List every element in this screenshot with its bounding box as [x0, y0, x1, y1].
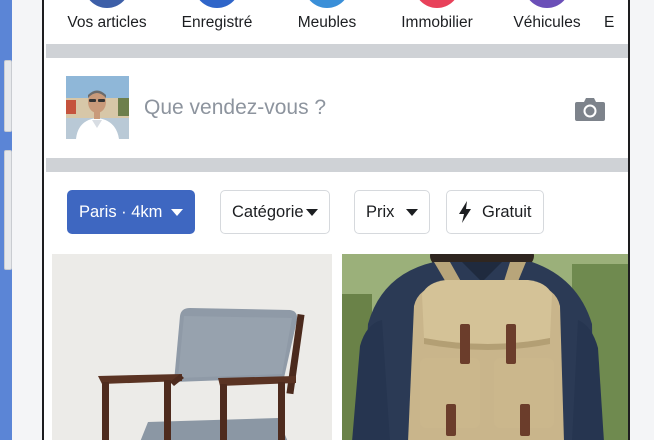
- category-icon-circle: [304, 0, 350, 8]
- phone-volume-button: [4, 60, 12, 132]
- chevron-down-icon: [406, 208, 419, 216]
- category-more[interactable]: E: [592, 0, 628, 44]
- product-card-backpack[interactable]: [342, 254, 628, 440]
- category-label: Meubles: [297, 14, 357, 31]
- chip-label: Prix: [366, 202, 395, 221]
- chevron-down-icon: [171, 208, 184, 216]
- chip-label: Catégorie: [232, 202, 304, 221]
- backpack-photo: [342, 254, 628, 440]
- category-icon-circle: [194, 0, 240, 8]
- category-label: Enregistré: [181, 14, 253, 31]
- product-grid: [46, 252, 628, 440]
- category-real-estate[interactable]: Immobilier: [382, 0, 492, 44]
- category-label: Véhicules: [513, 14, 581, 31]
- chevron-down-icon: [305, 208, 318, 216]
- user-avatar[interactable]: [66, 76, 129, 139]
- category-furniture[interactable]: Meubles: [272, 0, 382, 44]
- phone-bezel-left: [12, 0, 44, 440]
- product-card-armchair[interactable]: [52, 254, 332, 440]
- category-your-items[interactable]: Vos articles: [52, 0, 162, 44]
- free-filter-chip[interactable]: Gratuit: [446, 190, 544, 234]
- category-strip: Vos articles Enregistré Meubles Immobili…: [46, 0, 628, 44]
- category-label: Immobilier: [401, 14, 473, 31]
- category-label: Vos articles: [67, 14, 147, 31]
- background-right: [654, 0, 660, 440]
- location-filter-chip[interactable]: Paris · 4km: [67, 190, 196, 234]
- filter-bar: Paris · 4km Catégorie Prix Gratuit: [46, 172, 628, 252]
- avatar-image: [66, 76, 129, 139]
- section-divider: [46, 44, 628, 58]
- phone-side-button: [4, 150, 12, 270]
- category-filter-chip[interactable]: Catégorie: [220, 190, 330, 234]
- chip-label: Paris · 4km: [79, 202, 163, 221]
- section-divider: [46, 158, 628, 172]
- category-icon-circle: [84, 0, 130, 8]
- category-vehicles[interactable]: Véhicules: [492, 0, 602, 44]
- category-saved[interactable]: Enregistré: [162, 0, 272, 44]
- category-icon-circle: [524, 0, 570, 8]
- sell-composer[interactable]: Que vendez-vous ?: [46, 58, 628, 158]
- category-label: E: [604, 14, 615, 31]
- sell-prompt[interactable]: Que vendez-vous ?: [144, 96, 326, 120]
- bolt-icon: [459, 201, 471, 223]
- camera-icon[interactable]: [574, 96, 606, 122]
- price-filter-chip[interactable]: Prix: [354, 190, 431, 234]
- marketplace-screen: Vos articles Enregistré Meubles Immobili…: [46, 0, 628, 440]
- armchair-photo: [52, 254, 332, 440]
- chip-label: Gratuit: [482, 202, 532, 221]
- category-icon-circle: [414, 0, 460, 8]
